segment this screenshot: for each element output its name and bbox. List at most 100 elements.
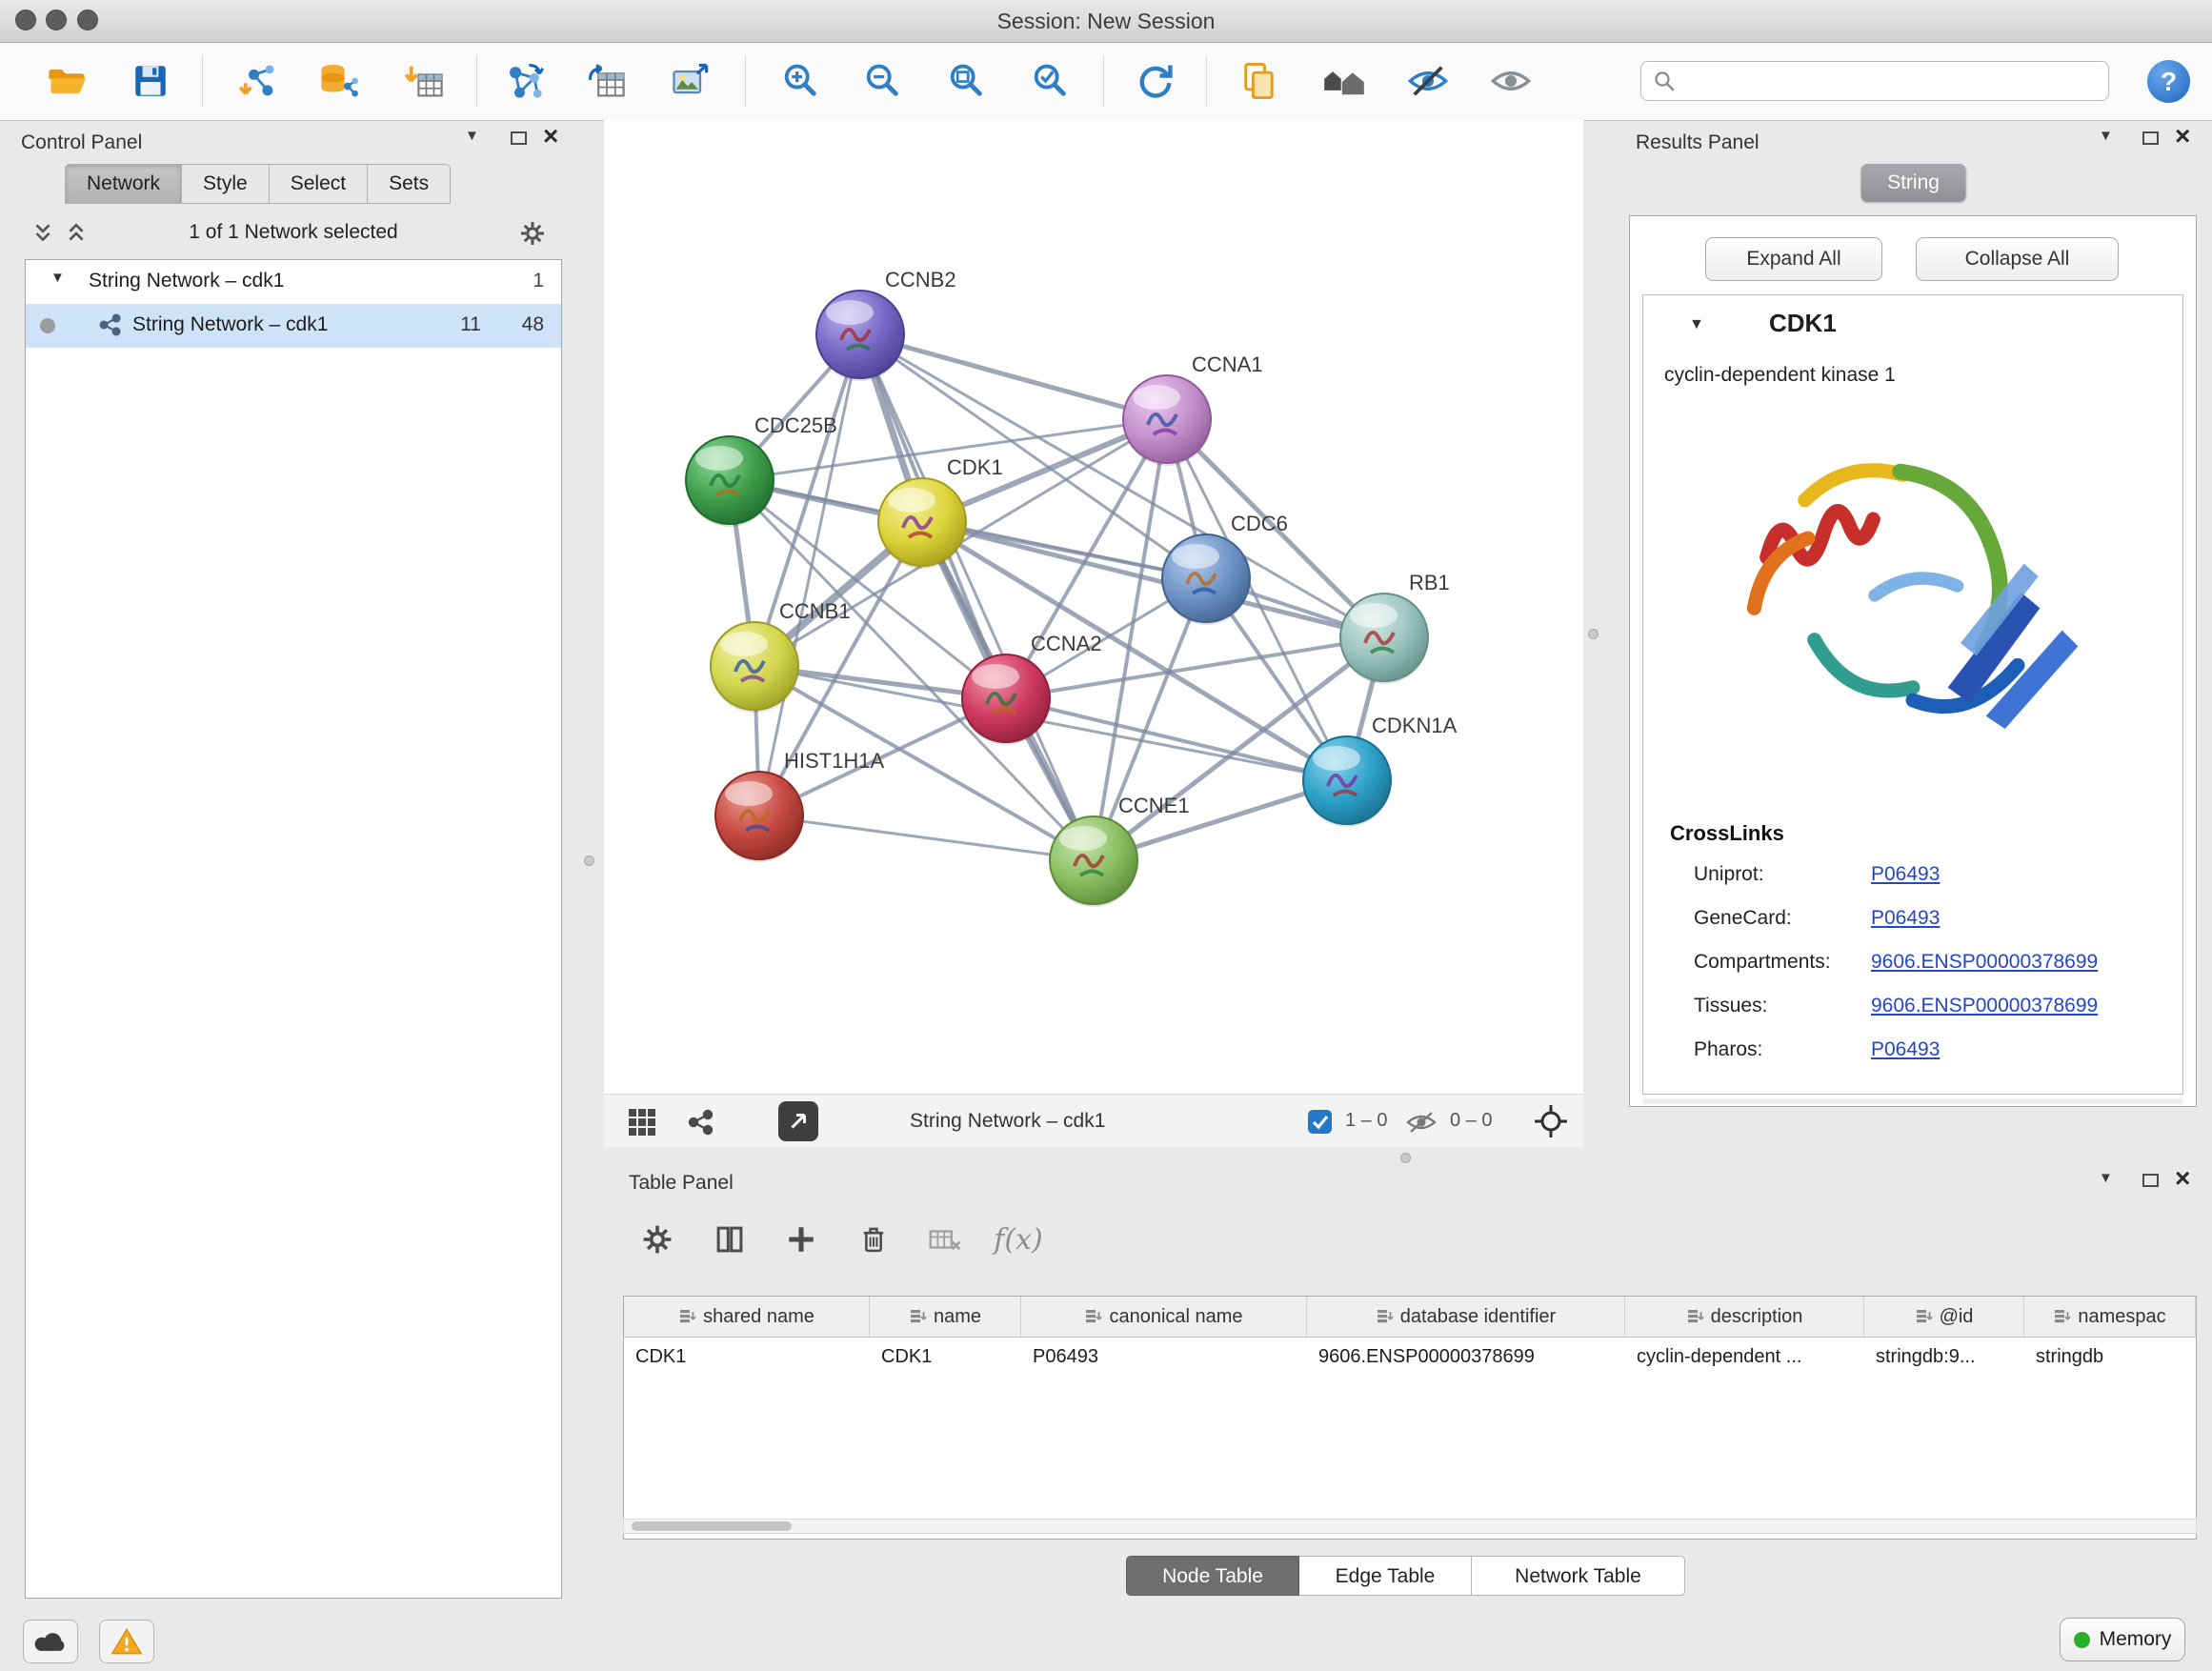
save-session-button[interactable] <box>123 52 178 110</box>
network-node-CDK1[interactable]: CDK1 <box>878 455 1003 569</box>
toolbar-search[interactable] <box>1640 61 2109 101</box>
network-node-CDC25B[interactable]: CDC25B <box>686 413 837 527</box>
copy-icon[interactable] <box>1232 52 1287 110</box>
results-float-panel-icon[interactable] <box>2142 131 2159 150</box>
tab-edge-table[interactable]: Edge Table <box>1299 1556 1472 1596</box>
tab-network[interactable]: Network <box>65 164 182 204</box>
new-network-icon[interactable] <box>497 52 553 110</box>
show-all-eye-icon[interactable] <box>1483 52 1538 110</box>
show-columns-icon[interactable] <box>704 1214 755 1265</box>
column-header[interactable]: description <box>1625 1297 1864 1337</box>
import-network-database-icon[interactable] <box>311 52 366 110</box>
hide-selection-eye-icon[interactable] <box>1400 52 1456 110</box>
table-float-panel-icon[interactable] <box>2142 1174 2159 1192</box>
network-collection-row[interactable]: ▼ String Network – cdk1 1 <box>26 260 561 304</box>
network-selection-status: 1 of 1 Network selected <box>8 221 579 244</box>
table-settings-gear-icon[interactable] <box>632 1214 683 1265</box>
view-indicator-dot <box>40 318 55 333</box>
delete-trash-icon[interactable] <box>848 1214 899 1265</box>
crosslink-value[interactable]: P06493 <box>1871 907 1940 929</box>
network-node-CCNB2[interactable]: CCNB2 <box>816 268 956 381</box>
network-options-gear-icon[interactable] <box>518 219 547 252</box>
memory-button[interactable]: Memory <box>2060 1618 2185 1661</box>
network-node-CCNB1[interactable]: CCNB1 <box>711 599 851 713</box>
panel-menu-icon[interactable]: ▼ <box>465 128 479 144</box>
crosslink-value[interactable]: P06493 <box>1871 1038 1940 1060</box>
delete-table-icon[interactable] <box>919 1214 971 1265</box>
crosslink-value[interactable]: P06493 <box>1871 863 1940 885</box>
tab-network-table[interactable]: Network Table <box>1472 1556 1685 1596</box>
close-panel-icon[interactable]: × <box>543 126 558 147</box>
right-splitter-handle[interactable] <box>1588 629 1599 639</box>
collapse-triangle-icon[interactable]: ▼ <box>50 270 65 286</box>
column-header[interactable]: database identifier <box>1307 1297 1625 1337</box>
results-close-panel-icon[interactable]: × <box>2175 126 2190 147</box>
zoom-selected-icon[interactable] <box>1022 52 1077 110</box>
horizontal-splitter-handle[interactable] <box>1400 1153 1411 1163</box>
zoom-out-icon[interactable] <box>855 52 910 110</box>
network-row[interactable]: String Network – cdk1 11 48 <box>26 304 561 348</box>
left-splitter-handle[interactable] <box>584 856 594 866</box>
float-panel-icon[interactable] <box>511 131 527 150</box>
column-header[interactable]: @id <box>1864 1297 2024 1337</box>
import-network-file-icon[interactable] <box>231 52 286 110</box>
function-builder-icon[interactable]: f(x) <box>993 1214 1044 1265</box>
table-cell: CDK1 <box>624 1338 870 1376</box>
crosslinks-title: CrossLinks <box>1670 821 1784 846</box>
zoom-fit-icon[interactable] <box>938 52 994 110</box>
network-node-CDKN1A[interactable]: CDKN1A <box>1303 714 1458 827</box>
table-close-panel-icon[interactable]: × <box>2175 1168 2190 1189</box>
network-node-RB1[interactable]: RB1 <box>1340 571 1450 684</box>
column-header[interactable]: canonical name <box>1021 1297 1307 1337</box>
network-graph[interactable]: CCNB2CCNA1CDC25BCDK1CDC6RB1CCNB1CCNA2CDK… <box>604 120 1583 1094</box>
protein-description: cyclin-dependent kinase 1 <box>1664 364 1896 387</box>
zoom-in-icon[interactable] <box>773 52 828 110</box>
table-cell: stringdb:9... <box>1864 1338 2024 1376</box>
fit-crosshair-icon[interactable] <box>1533 1103 1569 1144</box>
node-table: shared namenamecanonical namedatabase id… <box>623 1296 2197 1540</box>
add-column-plus-icon[interactable] <box>775 1214 827 1265</box>
export-image-icon[interactable] <box>662 52 717 110</box>
hidden-eye-slash-icon[interactable] <box>1406 1110 1437 1139</box>
birdseye-grid-icon[interactable] <box>628 1108 656 1141</box>
results-scrollbar[interactable] <box>1642 1098 2183 1104</box>
cloud-status-button[interactable] <box>23 1620 78 1663</box>
node-label: CCNE1 <box>1118 794 1190 817</box>
table-row[interactable]: CDK1CDK1P064939606.ENSP00000378699cyclin… <box>624 1338 2196 1376</box>
tab-node-table[interactable]: Node Table <box>1126 1556 1299 1596</box>
selected-checkbox-icon[interactable] <box>1307 1109 1333 1139</box>
warnings-button[interactable] <box>99 1620 154 1663</box>
column-header[interactable]: namespac <box>2024 1297 2196 1337</box>
expand-all-button[interactable]: Expand All <box>1705 237 1882 281</box>
open-view-in-window-button[interactable] <box>778 1101 818 1141</box>
network-node-HIST1H1A[interactable]: HIST1H1A <box>715 749 884 862</box>
crosslink-value[interactable]: 9606.ENSP00000378699 <box>1871 951 2098 973</box>
search-input[interactable] <box>1683 70 2108 93</box>
tab-style[interactable]: Style <box>182 164 270 204</box>
tab-select[interactable]: Select <box>270 164 368 204</box>
crosslink-value[interactable]: 9606.ENSP00000378699 <box>1871 995 2098 1017</box>
help-icon[interactable]: ? <box>2147 60 2190 103</box>
results-panel-menu-icon[interactable]: ▼ <box>2099 128 2113 144</box>
tab-sets[interactable]: Sets <box>368 164 451 204</box>
open-session-button[interactable] <box>39 52 94 110</box>
home-views-icon[interactable] <box>1317 52 1372 110</box>
network-share-toggle-icon[interactable] <box>687 1108 715 1141</box>
protein-collapse-icon[interactable]: ▼ <box>1689 316 1704 333</box>
network-node-CCNA1[interactable]: CCNA1 <box>1123 352 1263 466</box>
table-hscrollbar-thumb[interactable] <box>632 1521 792 1531</box>
node-label: CDKN1A <box>1372 714 1458 737</box>
column-header[interactable]: shared name <box>624 1297 870 1337</box>
new-table-icon[interactable] <box>579 52 634 110</box>
import-table-icon[interactable] <box>397 52 452 110</box>
network-canvas[interactable]: CCNB2CCNA1CDC25BCDK1CDC6RB1CCNB1CCNA2CDK… <box>604 120 1583 1094</box>
sort-icon <box>909 1307 928 1326</box>
network-selection-row: 1 of 1 Network selected <box>8 211 579 255</box>
collapse-all-button[interactable]: Collapse All <box>1916 237 2119 281</box>
search-icon <box>1653 70 1676 92</box>
table-panel-menu-icon[interactable]: ▼ <box>2099 1170 2113 1186</box>
table-hscrollbar[interactable] <box>623 1519 2197 1534</box>
refresh-layout-icon[interactable] <box>1128 52 1183 110</box>
tab-string[interactable]: String <box>1860 164 1966 202</box>
column-header[interactable]: name <box>870 1297 1021 1337</box>
